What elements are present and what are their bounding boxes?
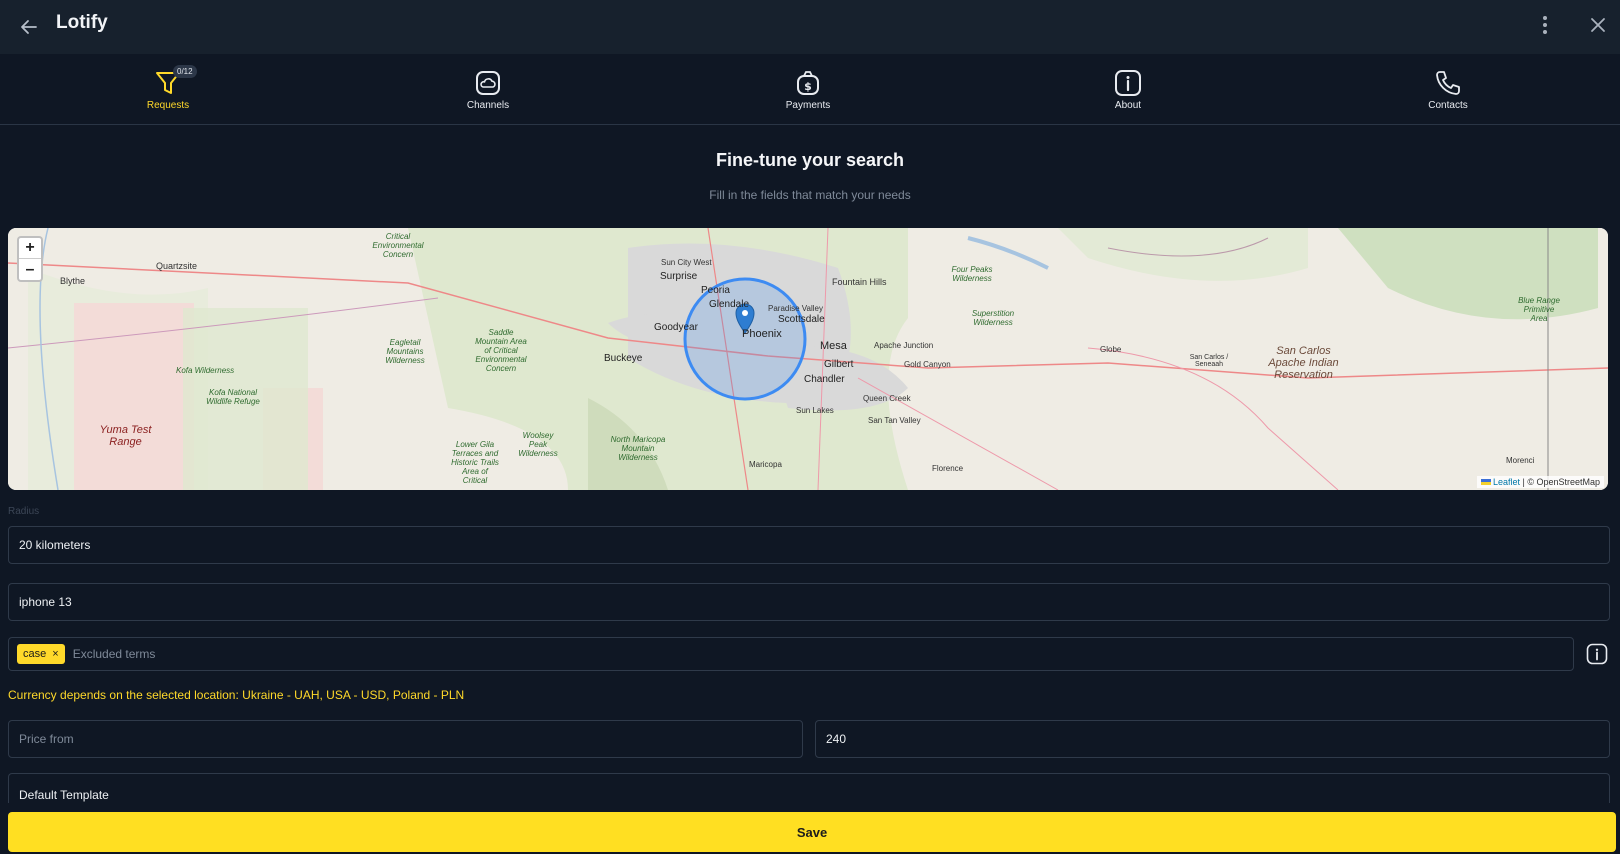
map-attribution: Leaflet | © OpenStreetMap [1476,476,1604,488]
map-label: Blue Range Primitive Area [1518,296,1560,323]
map-label: Eagletail Mountains Wilderness [385,338,425,365]
map-label: Saddle Mountain Area of Critical Environ… [475,328,527,373]
map-label: Four Peaks Wilderness [951,265,993,283]
map-label: Sun Lakes [796,406,834,415]
tab-label: Payments [785,100,831,111]
map-label: Globe [1100,345,1122,354]
tab-payments[interactable]: $ Payments [748,68,868,111]
template-select[interactable]: Default Template [8,773,1610,803]
requests-count-badge: 0/12 [173,65,197,78]
svg-text:$: $ [804,80,812,93]
tab-channels[interactable]: Channels [428,68,548,111]
map-label: Superstition Wilderness [971,309,1015,327]
map-label: Kofa National Wildlife Refuge [206,388,260,406]
map-label: Fountain Hills [832,277,887,287]
map-label: Queen Creek [863,394,911,403]
keyword-input[interactable] [8,583,1610,621]
page-subtitle: Fill in the fields that match your needs [709,188,911,202]
phone-icon [1436,71,1460,95]
zoom-in-button[interactable]: + [19,238,41,259]
app-title: Lotify [56,12,108,33]
map-label: Sun City West [661,258,712,267]
map-label: Goodyear [654,322,698,333]
map-label: Woolsey Peak Wilderness [518,431,558,458]
price-to-input[interactable] [815,720,1610,758]
back-button[interactable] [14,12,44,42]
chip-label: case [23,648,47,660]
close-icon [1591,18,1605,32]
currency-note: Currency depends on the selected locatio… [8,688,465,702]
tab-label: About [1114,100,1142,111]
arrow-left-icon [21,20,37,34]
map-label: Scottsdale [778,314,825,325]
more-vertical-icon [1543,16,1547,34]
map-label: San Tan Valley [868,416,921,425]
excluded-term-chip: case × [17,644,65,664]
save-button[interactable]: Save [8,812,1616,852]
map-label: Blythe [60,276,86,286]
close-button[interactable] [1583,10,1613,40]
map-label: Chandler [804,374,845,385]
info-icon [1115,70,1141,96]
map-label: Mesa [820,340,847,352]
map-label: Morenci [1506,456,1535,465]
money-bag-icon: $ [797,71,819,95]
tab-label: Channels [466,100,510,111]
map-label: North Maricopa Mountain Wilderness [610,435,666,462]
map-label: Critical Environmental Concern [372,232,424,259]
map-label: Maricopa [749,460,782,469]
map-label: San Carlos / Seneaah [1189,354,1229,368]
map-zoom-control: + – [17,236,43,282]
excluded-terms-info-button[interactable] [1585,642,1609,666]
excluded-terms-input[interactable] [72,647,1565,661]
map-label: Quartzsite [156,261,198,271]
map-label: Apache Junction [874,341,934,350]
osm-attribution: | © OpenStreetMap [1519,477,1600,487]
location-map[interactable]: Blythe Quartzsite Critical Environmental… [8,228,1608,490]
info-icon [1586,643,1608,665]
map-label: San Carlos Apache Indian Reservation [1268,345,1339,381]
map-label: Surprise [660,271,698,282]
map-label: Paradise Valley [768,304,823,313]
tab-contacts[interactable]: Contacts [1388,68,1508,111]
page-title: Fine-tune your search [715,150,905,170]
map-label: Kofa Wilderness [176,366,235,375]
price-from-input[interactable] [8,720,803,758]
chip-remove-button[interactable]: × [52,648,58,660]
map-label: Yuma Test Range [99,424,152,448]
radius-label: Radius [8,506,40,517]
tab-about[interactable]: About [1068,68,1188,111]
map-label: Gilbert [824,359,854,370]
tab-requests[interactable]: 0/12 Requests [108,65,228,111]
map-label: Florence [932,464,964,473]
tab-label: Contacts [1428,100,1468,111]
more-options-button[interactable] [1530,10,1560,40]
map-tiles [8,228,1608,490]
zoom-out-button[interactable]: – [19,259,41,280]
tab-bar: 0/12 Requests Channels $ Payments About … [0,54,1620,125]
tab-label: Requests [146,100,190,111]
map-label: Lower Gila Terraces and Historic Trails … [451,440,499,485]
map-label: Buckeye [604,353,643,364]
map-label: Gold Canyon [904,360,951,369]
flag-icon [1480,479,1491,485]
map-label: Phoenix [742,328,782,340]
cloud-folder-icon [476,71,500,95]
title-bar: Lotify [0,0,1620,54]
radius-select[interactable]: 20 kilometers [8,526,1610,564]
map-label: Peoria [701,285,730,296]
excluded-terms-field[interactable]: case × [8,637,1574,671]
leaflet-link[interactable]: Leaflet [1493,477,1520,487]
map-label: Glendale [709,299,750,310]
